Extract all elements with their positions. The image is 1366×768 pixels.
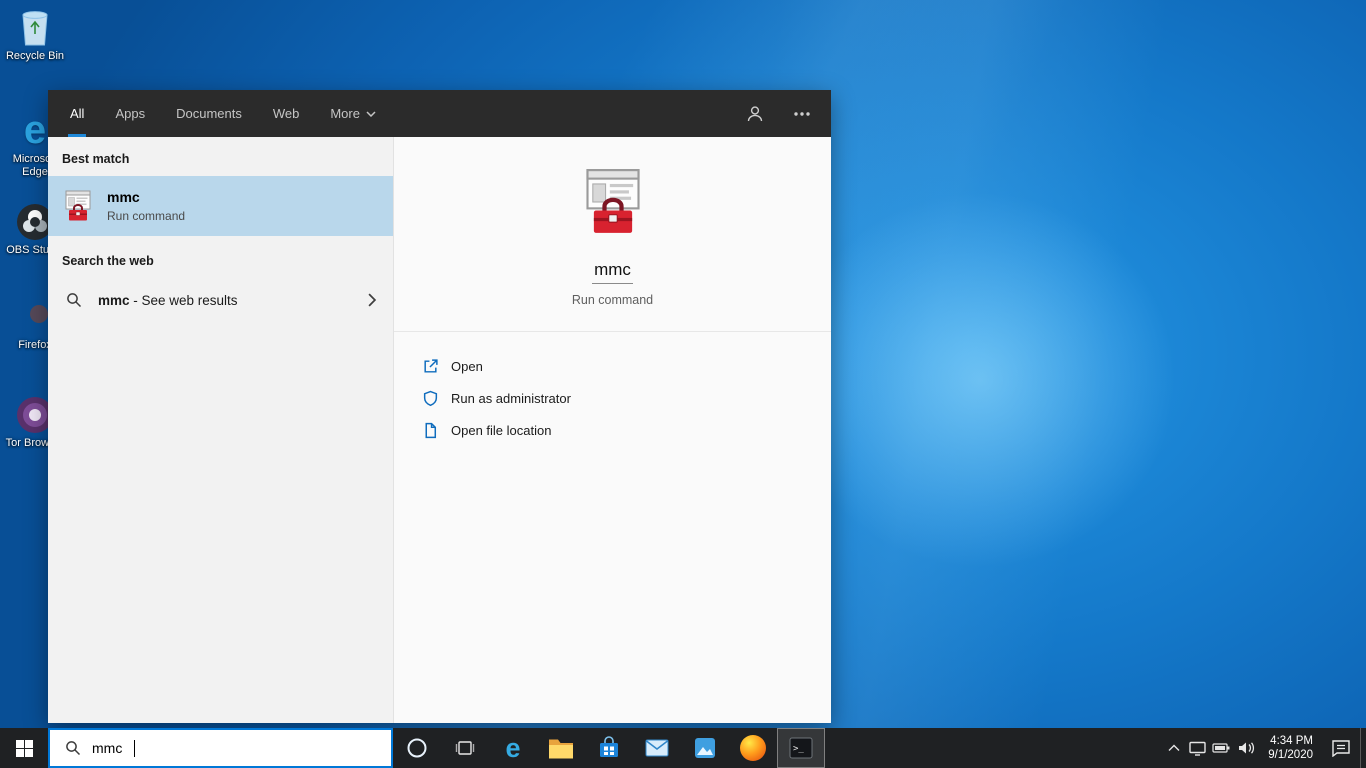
taskbar-firefox-button[interactable] xyxy=(729,728,777,768)
recycle-bin-icon xyxy=(22,11,48,46)
action-label: Open xyxy=(451,358,483,374)
tab-all[interactable]: All xyxy=(68,90,87,137)
taskbar-store-button[interactable] xyxy=(585,728,633,768)
chevron-down-icon xyxy=(366,110,376,117)
firefox-icon xyxy=(740,735,766,761)
show-desktop-button[interactable] xyxy=(1360,728,1366,768)
preview-subtitle: Run command xyxy=(571,293,654,307)
tab-label: Web xyxy=(272,106,300,121)
hidden-icons-button[interactable] xyxy=(1163,728,1185,768)
desktop-icon-recycle-bin[interactable]: Recycle Bin xyxy=(4,5,66,63)
text-caret xyxy=(134,739,136,757)
system-tray: 4:34 PM 9/1/2020 xyxy=(1163,728,1366,768)
cortana-button[interactable] xyxy=(393,728,441,768)
tab-web[interactable]: Web xyxy=(271,90,302,137)
task-view-icon xyxy=(455,741,475,755)
taskbar-clock[interactable]: 4:34 PM 9/1/2020 xyxy=(1259,734,1322,762)
chevron-right-icon[interactable] xyxy=(367,293,377,307)
cmd-glyph: >_ xyxy=(793,744,804,754)
action-label: Open file location xyxy=(451,422,552,438)
taskbar-mail-button[interactable] xyxy=(633,728,681,768)
mail-icon xyxy=(645,739,669,757)
chevron-up-icon xyxy=(1168,744,1180,751)
task-view-button[interactable] xyxy=(441,728,489,768)
tab-label: More xyxy=(330,106,360,121)
microsoft-store-icon xyxy=(600,736,618,757)
result-subtitle: Run command xyxy=(107,209,186,223)
section-label-search-web: Search the web xyxy=(62,254,154,268)
taskbar-pinned-app-button[interactable] xyxy=(681,728,729,768)
search-filter-tabs: All Apps Documents Web More xyxy=(68,90,378,137)
file-explorer-icon xyxy=(549,739,573,759)
monitor-icon xyxy=(1189,741,1206,756)
tray-volume-button[interactable] xyxy=(1233,728,1259,768)
web-search-result[interactable]: mmc - See web results xyxy=(48,278,393,322)
mmc-icon xyxy=(65,190,91,222)
taskbar-edge-button[interactable]: e xyxy=(489,728,537,768)
battery-icon xyxy=(1212,743,1230,753)
tab-more[interactable]: More xyxy=(328,90,378,137)
clock-time: 4:34 PM xyxy=(1270,735,1313,747)
taskbar-command-prompt-button[interactable]: >_ xyxy=(777,728,825,768)
shield-icon xyxy=(423,390,438,406)
command-prompt-icon: >_ xyxy=(789,737,813,759)
preview-actions: Open Run as administrator Open file loca… xyxy=(394,332,831,438)
best-match-result[interactable]: mmc Run command xyxy=(48,176,393,236)
search-preview-pane: mmc Run command Open Run as administrato… xyxy=(393,137,831,723)
action-open-file-location[interactable]: Open file location xyxy=(422,422,831,438)
account-icon[interactable] xyxy=(745,104,765,124)
tray-battery-button[interactable] xyxy=(1209,728,1233,768)
search-panel-body: Best match mmc Run command Search the we… xyxy=(48,137,831,723)
desktop-icon-label: Recycle Bin xyxy=(5,50,65,62)
windows-search-panel: All Apps Documents Web More Best match m… xyxy=(48,90,831,723)
tab-documents[interactable]: Documents xyxy=(174,90,244,137)
windows-wallpaper-logo xyxy=(844,263,1094,484)
action-run-as-administrator[interactable]: Run as administrator xyxy=(422,390,831,406)
action-center-button[interactable] xyxy=(1322,728,1360,768)
desktop-icon-label: Firefox xyxy=(18,339,52,351)
action-center-icon xyxy=(1332,740,1350,757)
search-header-actions xyxy=(745,90,811,137)
taskbar-search-input[interactable]: mmc xyxy=(48,728,393,768)
search-panel-header: All Apps Documents Web More xyxy=(48,90,831,137)
result-title: mmc xyxy=(107,189,140,205)
desktop: Recycle Bin e Microsoft Edge OBS Studio … xyxy=(0,0,1366,768)
search-icon xyxy=(67,293,82,308)
clock-date: 9/1/2020 xyxy=(1268,749,1313,761)
result-text: mmc Run command xyxy=(107,189,185,223)
edge-icon: e xyxy=(23,108,47,152)
pinned-app-icon xyxy=(695,738,715,758)
file-location-icon xyxy=(425,422,437,438)
web-result-query: mmc xyxy=(98,292,130,308)
action-label: Run as administrator xyxy=(451,390,571,406)
tab-label: Apps xyxy=(115,106,146,121)
action-open[interactable]: Open xyxy=(422,358,831,374)
search-results-list: Best match mmc Run command Search the we… xyxy=(48,137,393,723)
tab-apps[interactable]: Apps xyxy=(113,90,147,137)
edge-icon: e xyxy=(505,732,521,763)
launch-icon xyxy=(424,358,438,373)
more-options-icon[interactable] xyxy=(793,111,811,117)
search-input-value: mmc xyxy=(92,740,123,756)
cortana-icon xyxy=(407,738,427,758)
tray-display-button[interactable] xyxy=(1185,728,1209,768)
web-result-text: mmc - See web results xyxy=(98,293,238,308)
web-result-suffix: - See web results xyxy=(129,292,238,308)
taskbar: mmc e >_ 4:34 PM 9/1/2020 xyxy=(0,728,1366,768)
tab-label: All xyxy=(70,106,85,121)
taskbar-file-explorer-button[interactable] xyxy=(537,728,585,768)
search-icon xyxy=(66,741,81,756)
preview-title[interactable]: mmc xyxy=(592,260,633,284)
start-button[interactable] xyxy=(0,728,48,768)
mmc-icon-large xyxy=(579,168,647,236)
tab-label: Documents xyxy=(176,106,242,121)
section-label-best-match: Best match xyxy=(62,152,130,166)
windows-logo-icon xyxy=(15,739,33,757)
volume-icon xyxy=(1239,742,1255,754)
